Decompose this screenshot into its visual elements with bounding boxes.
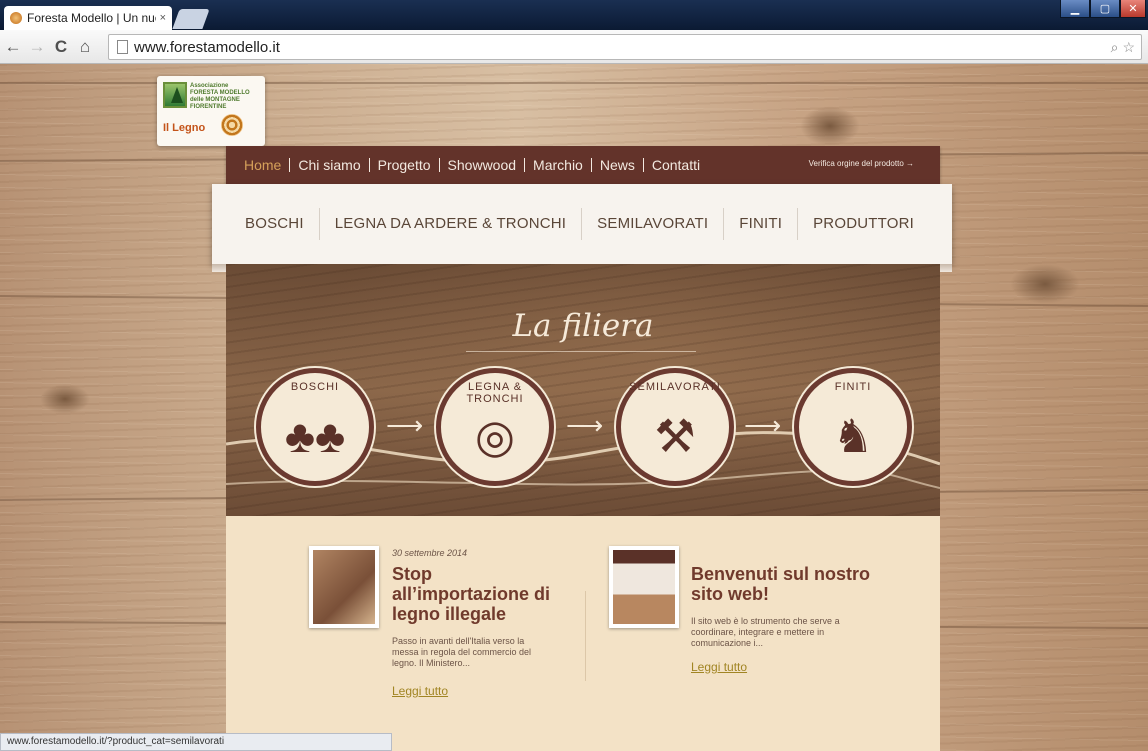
bookmark-star-icon[interactable]: ☆ [1122,39,1135,56]
logo-text: Associazione FORESTA MODELLO delle MONTA… [190,83,250,111]
category-semilavorati[interactable]: SEMILAVORATI [581,208,723,240]
window-titlebar: Foresta Modello | Un nuov × ▁ ▢ ✕ [0,0,1148,30]
site-favicon-icon [10,12,22,24]
new-tab-button[interactable] [172,9,210,29]
category-produttori[interactable]: PRODUTTORI [797,208,929,240]
browser-tab[interactable]: Foresta Modello | Un nuov × [4,6,172,30]
nav-item-home[interactable]: Home [244,158,289,172]
filiera-hero: La filiera BOSCHI ♣♣ ⟶ LEGNA & TRONCHI ◎… [226,264,940,516]
window-controls: ▁ ▢ ✕ [1060,0,1146,18]
nav-item-progetto[interactable]: Progetto [368,158,439,172]
step-label: LEGNA & TRONCHI [466,381,524,405]
news-excerpt: Il sito web è lo strumento che serve a c… [691,616,840,648]
wood-knot [800,106,860,146]
nav-item-showwood[interactable]: Showwood [438,158,525,172]
hero-title: La filiera [512,308,654,344]
filiera-step-boschi[interactable]: BOSCHI ♣♣ [256,368,374,486]
home-icon[interactable]: ⌂ [74,34,96,60]
category-boschi[interactable]: BOSCHI [230,208,319,240]
browser-toolbar: ← → C ⌂ www.forestamodello.it ⌕ ☆ [0,30,1148,64]
back-arrow-icon[interactable]: ← [2,34,24,60]
saw-icon: ⚒ [654,410,696,462]
read-more-link[interactable]: Leggi tutto [392,684,448,698]
filiera-step-semilavorati[interactable]: SEMILAVORATI ⚒ [616,368,734,486]
page-background: Associazione FORESTA MODELLO delle MONTA… [0,64,1148,751]
status-bar: www.forestamodello.it/?product_cat=semil… [0,733,392,751]
news-title[interactable]: Benvenuti sul nostro sito web! [691,564,871,604]
nav-item-news[interactable]: News [590,158,643,172]
minimize-icon[interactable]: ▁ [1060,0,1090,18]
site-logo[interactable]: Associazione FORESTA MODELLO delle MONTA… [157,76,265,146]
logo-text-line: FIORENTINE [190,104,227,110]
step-label: FINITI [834,381,872,393]
hero-divider [466,351,696,352]
tab-title: Foresta Modello | Un nuov [27,11,156,25]
url-text[interactable]: www.forestamodello.it [134,39,1111,56]
zoom-icon[interactable]: ⌕ [1111,39,1119,56]
news-thumbnail[interactable] [309,546,379,628]
nav-item-contatti[interactable]: Contatti [642,158,708,172]
trees-icon: ♣♣ [284,410,346,462]
wood-knot [40,384,90,414]
logo-text-line: FORESTA MODELLO [190,90,250,96]
maximize-icon[interactable]: ▢ [1090,0,1120,18]
category-legna-tronchi[interactable]: LEGNA DA ARDERE & TRONCHI [318,208,581,240]
nav-item-chi-siamo[interactable]: Chi siamo [289,158,368,172]
page-icon [117,40,128,54]
news-thumbnail[interactable] [609,546,679,628]
close-window-icon[interactable]: ✕ [1120,0,1146,18]
news-image [313,550,375,624]
category-nav: BOSCHI LEGNA DA ARDERE & TRONCHI SEMILAV… [212,184,952,272]
verify-origin-link[interactable]: Verifica orgine del prodotto → [809,159,914,168]
filiera-step-legna[interactable]: LEGNA & TRONCHI ◎ [436,368,554,486]
news-title[interactable]: Stop all’importazione di legno illegale [392,564,557,624]
forward-arrow-icon[interactable]: → [26,34,48,60]
filiera-step-finiti[interactable]: FINITI ♞ [794,368,912,486]
wood-ring-icon [221,114,243,136]
arrow-right-icon: ⟶ [566,410,604,440]
logo-text-line: Associazione [190,83,229,89]
nav-item-marchio[interactable]: Marchio [524,158,591,172]
news-excerpt: Passo in avanti dell'Italia verso la mes… [392,636,532,668]
step-label: SEMILAVORATI [629,381,721,393]
castle-tree-icon [163,82,187,108]
news-image [613,550,675,624]
step-label: BOSCHI [290,381,340,393]
reload-icon[interactable]: C [50,34,72,60]
arrow-right-icon: ⟶ [386,410,424,440]
news-separator [585,591,586,681]
tab-close-icon[interactable]: × [160,12,166,24]
address-bar[interactable]: www.forestamodello.it ⌕ ☆ [108,34,1142,60]
logo-tagline: Il Legno [163,122,206,134]
news-date: 30 settembre 2014 [392,548,468,558]
wood-knot [1010,264,1080,304]
logo-text-line: delle MONTAGNE [190,97,240,103]
logs-icon: ◎ [474,410,516,462]
arrow-right-icon: ⟶ [744,410,782,440]
category-finiti[interactable]: FINITI [723,208,797,240]
news-section: 30 settembre 2014 Stop all’importazione … [226,516,940,751]
main-nav: Home Chi siamo Progetto Showwood Marchio… [226,146,940,184]
rocking-horse-icon: ♞ [832,410,874,462]
read-more-link[interactable]: Leggi tutto [691,660,747,674]
